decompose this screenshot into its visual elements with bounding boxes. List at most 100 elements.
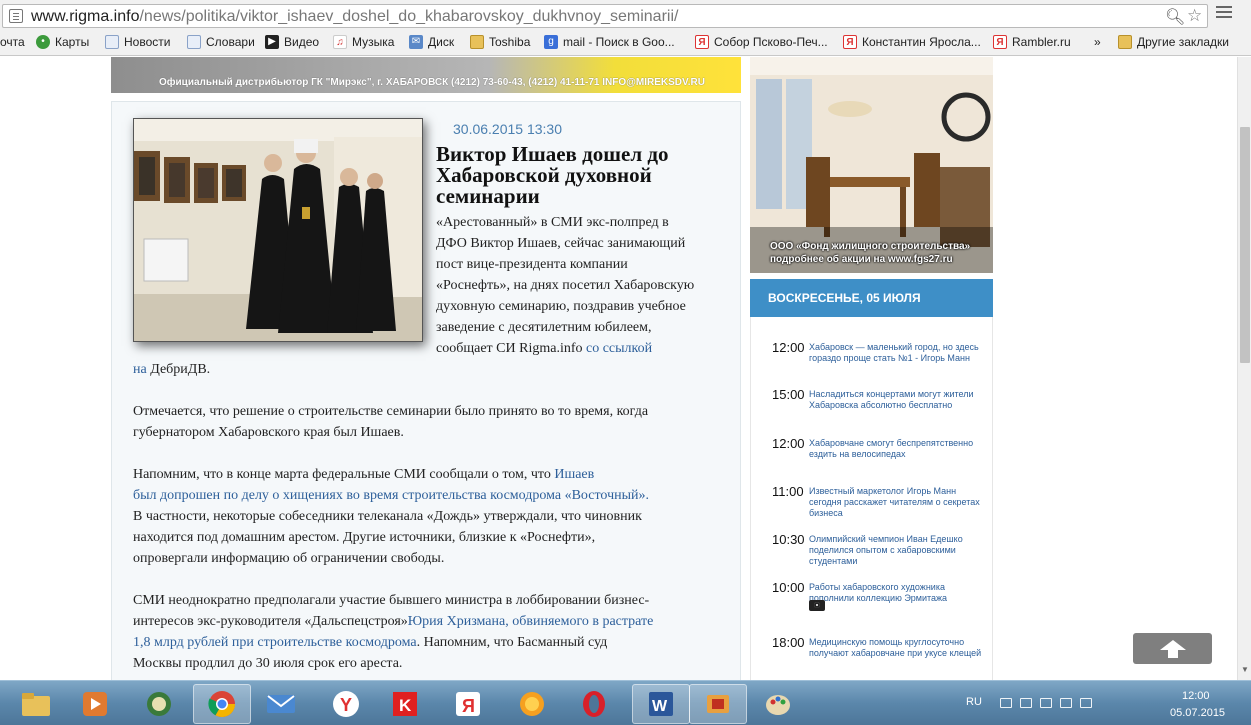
svg-text:K: K [399,696,412,715]
taskbar-yandex[interactable]: Я [439,684,497,724]
taskbar-app-orange[interactable] [503,684,561,724]
scrollbar-thumb[interactable] [1240,127,1250,363]
taskbar-chrome[interactable] [193,684,251,724]
taskbar-media-player[interactable] [66,684,124,724]
bookmark-music[interactable]: ♫ Музыка [333,35,394,49]
article-lead-line: ДФО Виктор Ишаев, сейчас занимающий [436,236,686,251]
khrizman-link[interactable]: 1,8 млрд рублей при строительстве космод… [133,635,417,650]
taskbar-opera[interactable] [565,684,623,724]
article-paragraph-line: 1,8 млрд рублей при строительстве космод… [133,635,608,650]
taskbar-yandex-browser[interactable]: Y [317,684,375,724]
news-title-link[interactable]: Хабаровск — маленький город, но здесь го… [809,342,987,364]
bookmarks-overflow-button[interactable]: » [1094,35,1101,49]
kaspersky-icon: K [393,692,417,716]
article-paragraph-line: Напомним, что в конце марта федеральные … [133,467,595,482]
media-player-icon [83,692,107,716]
news-time: 15:00 [772,387,805,402]
taskbar-explorer[interactable] [7,684,65,724]
news-title-link[interactable]: Работы хабаровского художника пополнили … [809,582,987,604]
article-paragraph-line: Отмечается, что решение о строительстве … [133,404,649,419]
windows-taskbar: Y K Я W RU 12:00 05.07.2015 [0,680,1251,725]
keyboard-language-indicator[interactable]: RU [966,696,982,708]
browser-menu-icon[interactable] [1216,6,1232,20]
bookmark-other[interactable]: Другие закладки [1118,35,1229,49]
page-icon [187,35,201,49]
globe-icon [147,692,171,716]
bookmark-star-icon[interactable]: ☆ [1187,6,1202,26]
ishaev-link[interactable]: Ишаев [554,467,594,482]
taskbar-app-tools[interactable] [689,684,747,724]
taskbar-word[interactable]: W [632,684,690,724]
folder-icon [470,35,484,49]
scroll-to-top-button[interactable] [1133,633,1212,664]
top-ad-text: Официальный дистрибьютор ГК "Мирэкс", г.… [159,77,705,88]
page-icon [105,35,119,49]
tray-volume-icon[interactable] [1080,698,1092,708]
taskbar-kaspersky[interactable]: K [376,684,434,724]
tools-icon [707,695,729,713]
news-title-link[interactable]: Медицинскую помощь круглосуточно получаю… [809,637,987,659]
folder-icon [1118,35,1132,49]
news-time: 12:00 [772,436,805,451]
clock-time[interactable]: 12:00 [1182,690,1210,702]
camera-icon [809,600,825,611]
article-lead-line: сообщает СИ Rigma.info со ссылкой [436,341,653,356]
sun-icon [520,692,544,716]
opera-icon [583,691,605,717]
svg-text:Я: Я [462,696,475,716]
news-title-link[interactable]: Известный маркетолог Игорь Манн сегодня … [809,486,987,519]
vertical-scrollbar[interactable]: ▼ [1237,57,1251,680]
article-lead-line: «Роснефть», на днях посетил Хабаровскую [436,278,695,293]
top-ad-banner[interactable]: Официальный дистрибьютор ГК "Мирэкс", г.… [111,57,741,93]
tray-network-icon[interactable] [1040,698,1052,708]
tray-show-hidden-icon[interactable] [1000,698,1012,708]
page-info-icon[interactable] [9,9,23,23]
news-time: 18:00 [772,635,805,650]
khrizman-link[interactable]: Юрия Хризмана, обвиняемого в растрате [408,614,654,629]
source-link[interactable]: на [133,362,150,377]
web-page: Официальный дистрибьютор ГК "Мирэкс", г.… [0,57,1237,680]
tray-battery-icon[interactable] [1060,698,1072,708]
taskbar-mail[interactable] [252,684,310,724]
article: 30.06.2015 13:30 Виктор Ишаев дошел до Х… [111,101,741,680]
bookmark-video[interactable]: ▶ Видео [265,35,319,49]
bookmark-maps[interactable]: • Карты [36,35,89,49]
bookmark-rambler[interactable]: Я Rambler.ru [993,35,1071,49]
bookmark-mail[interactable]: очта [0,35,25,49]
article-lead-line: духовную семинарию, поздравив учебное [436,299,686,314]
clock-date[interactable]: 05.07.2015 [1170,707,1225,719]
zoom-icon[interactable]: 🔍︎ [1165,7,1185,27]
bookmark-sobor[interactable]: Я Собор Псково-Печ... [695,35,828,49]
article-photo[interactable] [133,118,423,342]
article-lead-line: на ДебриДВ. [133,362,211,377]
taskbar-paint[interactable] [749,684,807,724]
scroll-down-arrow-icon[interactable]: ▼ [1241,665,1249,674]
bookmark-news[interactable]: Новости [105,35,170,49]
article-lead-line: пост вице-президента компании [436,257,628,272]
article-paragraph-line: интересов экс-руководителя «Дальспецстро… [133,614,654,629]
yandex-icon: Я [695,35,709,49]
article-paragraph-line: опровергали информацию об ограничении св… [133,551,445,566]
taskbar-app[interactable] [130,684,188,724]
folder-icon [22,693,50,716]
tray-flag-icon[interactable] [1020,698,1032,708]
address-bar[interactable]: www.rigma.info/news/politika/viktor_isha… [2,4,1208,28]
source-link[interactable]: со ссылкой [586,341,652,356]
disk-icon: ✉ [409,35,423,49]
bookmark-dictionaries[interactable]: Словари [187,35,255,49]
interrogation-link[interactable]: был допрошен по делу о хищениях во время… [133,488,649,503]
bookmark-toshiba[interactable]: Toshiba [470,35,530,49]
system-tray [1000,698,1092,708]
url-text[interactable]: www.rigma.info/news/politika/viktor_isha… [31,8,678,26]
bookmark-disk[interactable]: ✉ Диск [409,35,454,49]
news-title-link[interactable]: Насладиться концертами могут жители Хаба… [809,389,987,411]
news-title-link[interactable]: Олимпийский чемпион Иван Едешко поделилс… [809,534,987,567]
mail-icon [267,695,295,713]
bookmark-google-mail[interactable]: g mail - Поиск в Goo... [544,35,675,49]
bookmarks-bar: очта • Карты Новости Словари ▶ Видео ♫ Музы… [0,32,1251,56]
browser-toolbar: www.rigma.info/news/politika/viktor_isha… [0,0,1251,32]
news-title-link[interactable]: Хабаровчане смогут беспрепятственно езди… [809,438,987,460]
article-paragraph-line: губернатором Хабаровского края был Ишаев… [133,425,404,440]
bookmark-konstantin[interactable]: Я Константин Яросла... [843,35,981,49]
right-ad-banner[interactable]: ООО «Фонд жилищного строительства» подро… [750,57,993,273]
